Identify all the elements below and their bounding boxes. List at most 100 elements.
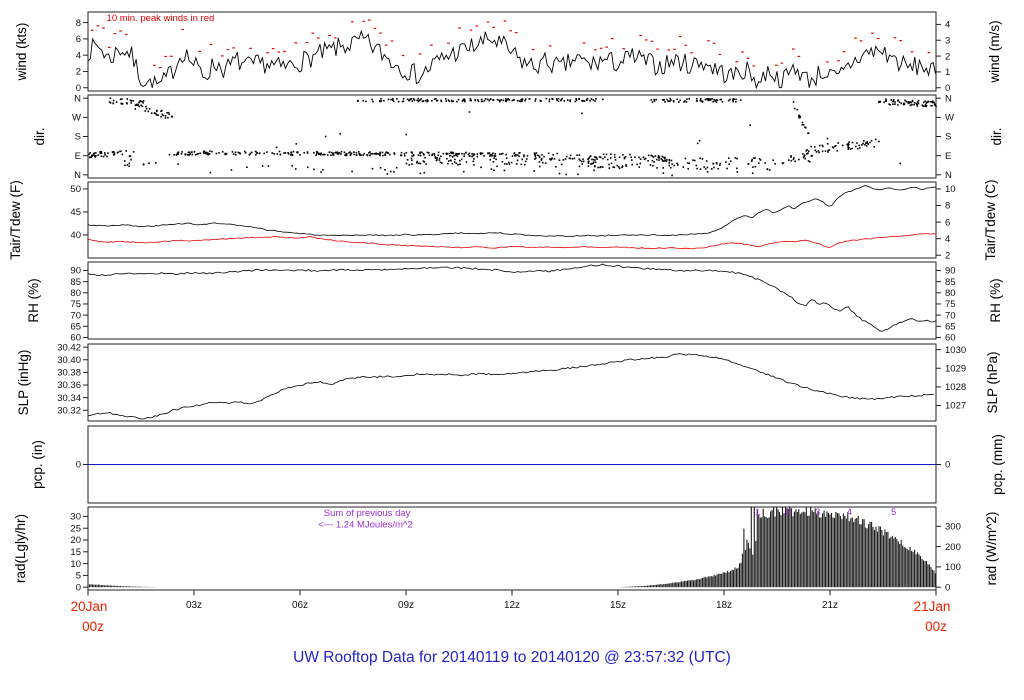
dir-point <box>653 98 656 101</box>
dir-point <box>516 99 519 102</box>
dir-point <box>463 153 466 155</box>
dir-point <box>555 98 558 100</box>
dir-point <box>490 98 492 100</box>
dir-point <box>806 149 808 151</box>
dir-point <box>528 98 531 100</box>
dir-point <box>867 143 869 145</box>
dir-point <box>284 152 287 154</box>
dir-point <box>442 152 445 155</box>
dir-point <box>393 100 395 103</box>
dir-point <box>864 143 866 146</box>
dir-point <box>892 103 894 105</box>
dir-point <box>320 152 322 154</box>
x-axis-start-date: 20Jan <box>71 599 108 614</box>
dir-point <box>719 162 722 165</box>
dir-point <box>480 153 482 155</box>
axis-label-right-dir: dir. <box>989 127 1004 145</box>
peak-dot <box>164 55 167 58</box>
dir-point <box>412 98 415 100</box>
peak-dot <box>854 37 857 39</box>
dir-point <box>533 153 536 155</box>
dir-point <box>232 153 235 155</box>
dir-point <box>668 162 670 164</box>
dir-point <box>295 143 298 145</box>
dir-point <box>244 150 246 153</box>
dir-point <box>652 156 655 158</box>
dir-point <box>437 151 440 154</box>
dir-point <box>519 152 521 154</box>
dir-point <box>411 152 413 154</box>
peak-dot <box>656 48 659 50</box>
dir-point <box>706 166 709 169</box>
dir-point <box>502 99 505 102</box>
dir-point <box>523 155 525 158</box>
dir-point <box>930 104 932 107</box>
dir-point <box>355 151 358 154</box>
dir-point <box>104 152 106 154</box>
dir-point <box>578 98 580 100</box>
dir-point <box>419 154 422 157</box>
dir-point <box>802 156 805 159</box>
dir-point <box>208 153 211 155</box>
y-tick-label-right: 75 <box>945 299 956 310</box>
y-tick-label-right: 80 <box>945 288 956 299</box>
dir-point <box>524 98 527 100</box>
dir-point <box>799 116 802 118</box>
dir-point <box>575 99 578 102</box>
dir-point <box>556 152 559 155</box>
dir-point <box>515 163 518 165</box>
dir-point <box>254 150 257 153</box>
chart-title: UW Rooftop Data for 20140119 to 20140120… <box>293 649 731 666</box>
dir-point <box>136 103 138 106</box>
y-tick-label-right: 1027 <box>945 401 966 412</box>
dir-point <box>505 100 507 103</box>
dir-point <box>326 154 329 156</box>
dir-point <box>862 142 864 145</box>
dir-point <box>671 163 673 165</box>
dir-point <box>581 100 583 102</box>
dir-point <box>494 153 497 155</box>
dir-point <box>426 151 429 154</box>
dir-point <box>558 159 561 161</box>
dir-point <box>447 162 449 165</box>
y-tick-label-left: 0 <box>76 582 81 593</box>
dir-point <box>644 157 647 160</box>
dir-point <box>709 99 712 101</box>
dir-point <box>736 157 738 160</box>
dir-point <box>453 155 455 157</box>
y-tick-label-right: N <box>945 93 952 104</box>
dir-point <box>447 99 450 101</box>
dir-point <box>440 100 443 103</box>
y-tick-label-left: 30 <box>70 512 81 523</box>
dir-point <box>400 151 403 154</box>
dir-point <box>711 98 713 100</box>
dir-point <box>609 157 612 159</box>
dir-point <box>591 158 593 161</box>
peak-dot <box>639 34 642 37</box>
x-axis: 03z 06z 09z 12z 15z 18z 21z <box>87 590 937 611</box>
y-tick-label-left: 45 <box>70 207 81 218</box>
y-tick-label-left: 5 <box>76 571 81 582</box>
dir-point <box>669 100 671 102</box>
dir-point <box>275 146 278 149</box>
dir-point <box>459 159 461 162</box>
dir-point <box>806 153 808 155</box>
dir-point <box>421 100 424 103</box>
dir-point <box>403 153 406 155</box>
dir-point <box>662 99 665 101</box>
wind-direction-points <box>88 97 937 177</box>
dir-point <box>411 100 414 102</box>
dir-point <box>155 112 157 115</box>
peak-dot <box>842 51 846 53</box>
dir-point <box>656 167 658 169</box>
dir-point <box>541 154 543 156</box>
dir-point <box>365 100 367 103</box>
dir-point <box>235 153 237 156</box>
dir-point <box>396 98 398 100</box>
dir-point <box>168 113 171 115</box>
y-tick-label-left: 30.34 <box>57 393 81 404</box>
dir-point <box>452 152 455 155</box>
dir-point <box>801 121 804 124</box>
dir-point <box>313 168 315 171</box>
dir-point <box>124 160 126 162</box>
